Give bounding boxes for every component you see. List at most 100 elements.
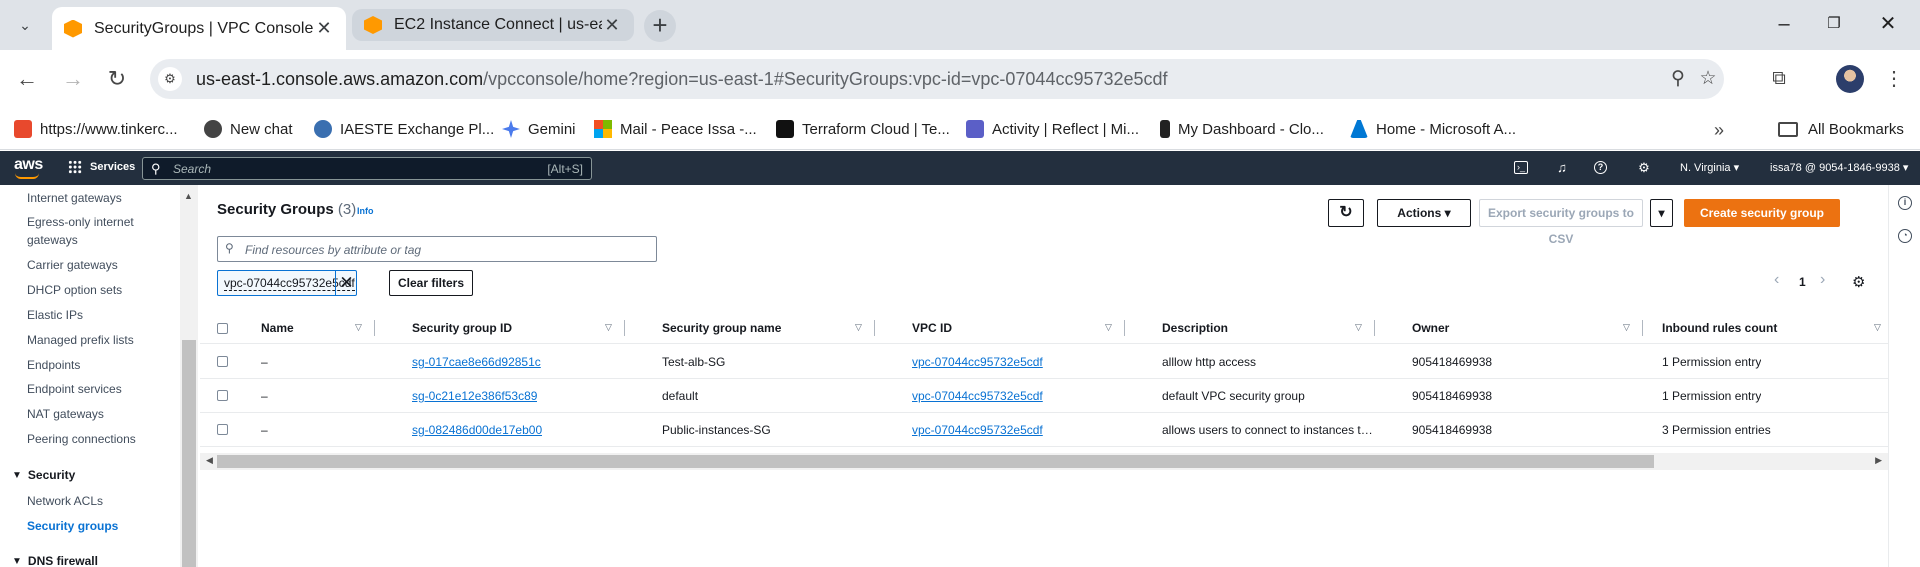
column-resizer[interactable]	[624, 320, 625, 336]
tab-security-groups[interactable]: SecurityGroups | VPC Console ✕	[52, 7, 346, 50]
column-header-inbound-rules-count[interactable]: Inbound rules count	[1662, 321, 1777, 335]
notifications-bell-icon[interactable]: ♫	[1554, 160, 1570, 176]
sort-caret-icon[interactable]: ▽	[1623, 322, 1630, 333]
tab-search-chevron-icon[interactable]: ⌄	[14, 14, 36, 36]
sort-caret-icon[interactable]: ▽	[1874, 322, 1881, 333]
back-arrow-icon[interactable]: ←	[12, 65, 42, 95]
sidebar-item-carrier-gateways[interactable]: Carrier gateways	[27, 256, 147, 274]
sidebar-item-dhcp-option-sets[interactable]: DHCP option sets	[27, 281, 147, 299]
bookmark-item[interactable]: My Dashboard - Clo...	[1160, 116, 1324, 142]
cell-security-group-id[interactable]: sg-017cae8e66d92851c	[412, 355, 541, 369]
scroll-up-arrow-icon[interactable]: ▲	[184, 191, 193, 201]
sidebar-item-peering-connections[interactable]: Peering connections	[27, 430, 147, 448]
scroll-right-arrow-icon[interactable]: ▶	[1875, 455, 1882, 466]
refresh-button[interactable]: ↻	[1328, 199, 1364, 227]
filter-token[interactable]: vpc-07044cc95732e5cdf ✕	[217, 270, 357, 296]
address-bar[interactable]: ⚙ us-east-1.console.aws.amazon.com/vpcco…	[150, 59, 1724, 99]
sidebar-section-dns-firewall[interactable]: ▼ DNS firewall	[12, 554, 98, 567]
filter-search-input[interactable]: ⚲ Find resources by attribute or tag	[217, 236, 657, 262]
pagination-next-icon[interactable]: ›	[1820, 271, 1825, 289]
tab-ec2-instance-connect[interactable]: EC2 Instance Connect | us-east- ✕	[352, 9, 634, 41]
sidebar-item-elastic-ips[interactable]: Elastic IPs	[27, 306, 147, 324]
table-horizontal-scrollbar[interactable]: ◀ ▶	[200, 453, 1888, 470]
cell-vpc-id[interactable]: vpc-07044cc95732e5cdf	[912, 423, 1043, 437]
column-resizer[interactable]	[1124, 320, 1125, 336]
column-resizer[interactable]	[1642, 320, 1643, 336]
sort-caret-icon[interactable]: ▽	[355, 322, 362, 333]
export-dropdown-button[interactable]: ▾	[1650, 199, 1673, 227]
column-header-vpc-id[interactable]: VPC ID	[912, 321, 952, 335]
site-info-icon[interactable]: ⚙	[158, 67, 182, 91]
pagination-page-1[interactable]: 1	[1799, 275, 1806, 289]
cell-vpc-id[interactable]: vpc-07044cc95732e5cdf	[912, 389, 1043, 403]
row-checkbox[interactable]	[217, 424, 228, 435]
scrollbar-thumb[interactable]	[182, 340, 196, 567]
bookmark-item[interactable]: https://www.tinkerc...	[14, 116, 178, 142]
bookmark-item[interactable]: Activity | Reflect | Mi...	[966, 116, 1139, 142]
aws-logo[interactable]: aws	[14, 156, 43, 179]
sidebar-item-endpoint-services[interactable]: Endpoint services	[27, 380, 147, 398]
clear-filters-button[interactable]: Clear filters	[389, 270, 473, 296]
sidebar-item-nat-gateways[interactable]: NAT gateways	[27, 405, 147, 423]
scroll-left-arrow-icon[interactable]: ◀	[206, 455, 213, 466]
column-resizer[interactable]	[874, 320, 875, 336]
scrollbar-thumb[interactable]	[217, 455, 1654, 468]
close-icon[interactable]: ✕	[602, 15, 622, 36]
settings-gear-icon[interactable]: ⚙	[1636, 160, 1652, 176]
sidebar-item-security-groups[interactable]: Security groups	[27, 517, 147, 535]
sidebar-section-security[interactable]: ▼ Security	[12, 468, 75, 482]
bookmark-item[interactable]: New chat	[204, 116, 293, 142]
export-csv-button[interactable]: Export security groups to CSV	[1479, 199, 1643, 246]
pagination-prev-icon[interactable]: ‹	[1774, 271, 1779, 289]
sort-caret-icon[interactable]: ▽	[1355, 322, 1362, 333]
column-header-description[interactable]: Description	[1162, 321, 1228, 335]
cell-security-group-id[interactable]: sg-082486d00de17eb00	[412, 423, 542, 437]
sort-caret-icon[interactable]: ▽	[1105, 322, 1112, 333]
remove-filter-close-icon[interactable]: ✕	[335, 270, 357, 296]
new-tab-plus-icon[interactable]: +	[644, 10, 676, 42]
all-bookmarks[interactable]: All Bookmarks	[1778, 116, 1904, 142]
column-header-name[interactable]: Name	[261, 321, 294, 335]
sidebar-item-network-acls[interactable]: Network ACLs	[27, 492, 147, 510]
cell-vpc-id[interactable]: vpc-07044cc95732e5cdf	[912, 355, 1043, 369]
window-close-icon[interactable]: ✕	[1874, 12, 1902, 38]
bookmark-item[interactable]: Home - Microsoft A...	[1350, 116, 1516, 142]
bookmark-item[interactable]: Gemini	[502, 116, 576, 142]
extensions-puzzle-icon[interactable]: ⧉	[1764, 65, 1794, 95]
zoom-icon[interactable]: ⚲	[1666, 67, 1690, 91]
info-link[interactable]: Info	[357, 206, 374, 216]
more-bookmarks-chevron-icon[interactable]: »	[1714, 120, 1724, 141]
column-header-security-group-id[interactable]: Security group ID	[412, 321, 512, 335]
minimize-icon[interactable]: –	[1770, 12, 1798, 38]
table-row[interactable]: – sg-017cae8e66d92851c Test-alb-SG vpc-0…	[200, 345, 1888, 379]
sort-caret-icon[interactable]: ▽	[855, 322, 862, 333]
bookmark-item[interactable]: Terraform Cloud | Te...	[776, 116, 950, 142]
row-checkbox[interactable]	[217, 390, 228, 401]
sidebar-item-endpoints[interactable]: Endpoints	[27, 356, 147, 374]
select-all-checkbox[interactable]	[217, 323, 228, 334]
column-header-owner[interactable]: Owner	[1412, 321, 1449, 335]
sidebar-item-managed-prefix-lists[interactable]: Managed prefix lists	[27, 331, 147, 349]
feedback-icon[interactable]: ◔	[1898, 229, 1912, 243]
info-panel-icon[interactable]: i	[1898, 196, 1912, 210]
profile-avatar[interactable]	[1836, 65, 1864, 93]
restore-icon[interactable]: ❐	[1820, 12, 1848, 38]
url-text[interactable]: us-east-1.console.aws.amazon.com/vpccons…	[196, 69, 1168, 90]
services-menu[interactable]: Services	[68, 160, 135, 174]
table-row[interactable]: – sg-082486d00de17eb00 Public-instances-…	[200, 413, 1888, 447]
create-security-group-button[interactable]: Create security group	[1684, 199, 1840, 227]
cell-security-group-id[interactable]: sg-0c21e12e386f53c89	[412, 389, 537, 403]
cloudshell-icon[interactable]: ›_	[1514, 161, 1528, 174]
reload-icon[interactable]: ↻	[102, 65, 132, 95]
aws-search-input[interactable]: ⚲ Search [Alt+S]	[142, 157, 592, 180]
sidebar-item-internet-gateways[interactable]: Internet gateways	[27, 189, 147, 207]
table-preferences-gear-icon[interactable]: ⚙	[1852, 273, 1865, 291]
column-resizer[interactable]	[374, 320, 375, 336]
forward-arrow-icon[interactable]: →	[58, 65, 88, 95]
account-menu[interactable]: issa78 @ 9054-1846-9938 ▾	[1770, 161, 1908, 174]
actions-button[interactable]: Actions ▾	[1377, 199, 1471, 227]
sidebar-scrollbar[interactable]: ▲	[180, 185, 198, 567]
row-checkbox[interactable]	[217, 356, 228, 367]
column-header-security-group-name[interactable]: Security group name	[662, 321, 781, 335]
sort-caret-icon[interactable]: ▽	[605, 322, 612, 333]
